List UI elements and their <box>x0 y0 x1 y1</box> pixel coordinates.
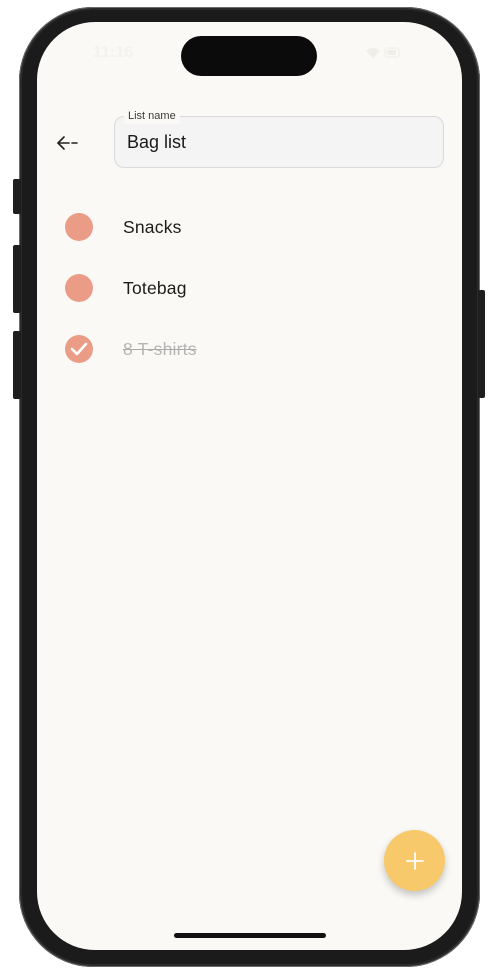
status-time: 11:16 <box>93 44 134 61</box>
list-name-field[interactable]: List name <box>114 108 444 168</box>
item-checkbox[interactable] <box>65 274 93 302</box>
dynamic-island <box>181 36 317 76</box>
item-label[interactable]: Snacks <box>123 217 182 238</box>
side-button-power <box>478 290 485 398</box>
arrow-left-icon <box>57 136 78 150</box>
wifi-icon <box>366 48 380 58</box>
item-checkbox-checked[interactable] <box>65 335 93 363</box>
plus-icon <box>405 851 424 870</box>
add-item-button[interactable] <box>384 830 445 891</box>
checkmark-icon <box>70 342 88 356</box>
item-label[interactable]: 8 T-shirts <box>123 339 197 360</box>
side-button-volume-up <box>13 245 21 313</box>
side-button-silent <box>13 179 21 214</box>
list-item: Snacks <box>65 212 425 242</box>
list-item: Totebag <box>65 273 425 303</box>
app-screen: 11:16 List name Snacks Totebag 8 T-shirt… <box>37 22 462 950</box>
item-label[interactable]: Totebag <box>123 278 187 299</box>
back-button[interactable] <box>51 130 85 156</box>
side-button-volume-down <box>13 331 21 399</box>
list-name-input[interactable] <box>127 129 427 155</box>
list-name-label: List name <box>124 108 180 124</box>
item-checkbox[interactable] <box>65 213 93 241</box>
home-indicator[interactable] <box>174 933 326 938</box>
list-item: 8 T-shirts <box>65 334 425 364</box>
status-icons <box>366 47 400 58</box>
